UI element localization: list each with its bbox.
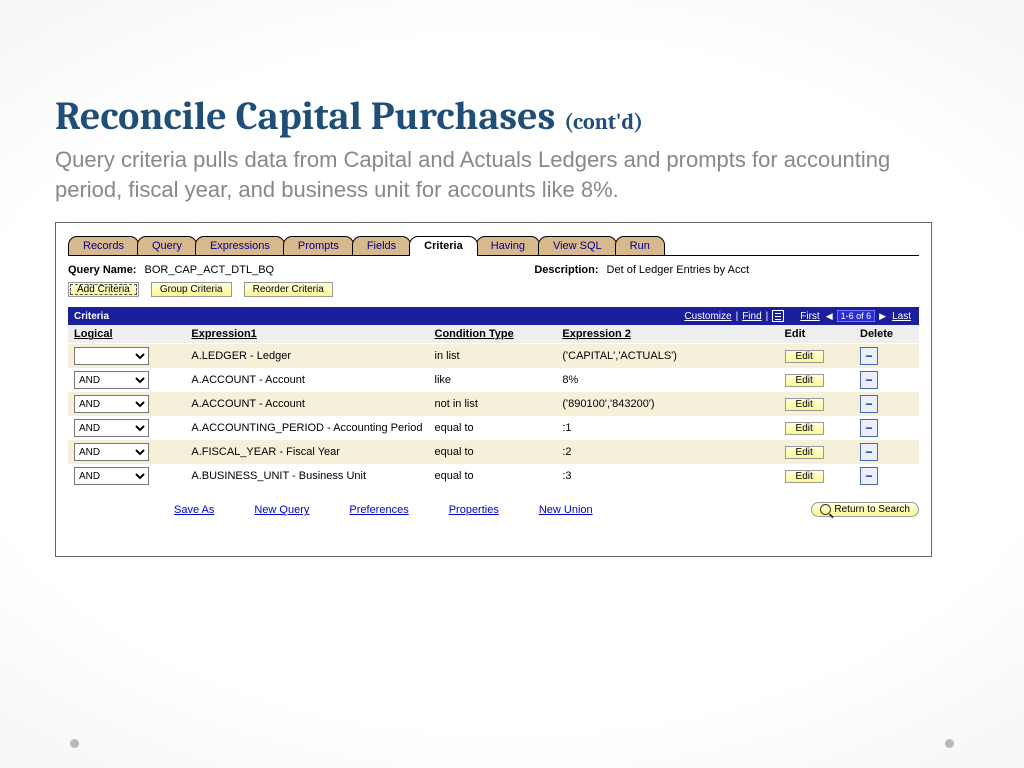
exp2-cell: ('890100','843200') [556,392,778,416]
save-as-link[interactable]: Save As [174,504,214,516]
grid-header-bar: Criteria Customize | Find | First ◀ 1-6 … [68,307,919,325]
delete-button[interactable]: − [860,419,878,437]
table-row: AND A.ACCOUNT - Accountnot in list('89010… [68,392,919,416]
cond-cell: in list [429,344,557,369]
group-criteria-button[interactable]: Group Criteria [151,282,232,297]
table-row: AND A.ACCOUNT - Accountlike8% Edit − [68,368,919,392]
new-query-link[interactable]: New Query [254,504,309,516]
first-link[interactable]: First [800,311,819,322]
logical-select[interactable]: AND [74,371,149,389]
edit-button[interactable]: Edit [785,374,824,387]
tab-expressions[interactable]: Expressions [195,236,285,255]
slide-decoration [0,739,1024,748]
return-to-search-button[interactable]: Return to Search [811,502,919,517]
query-name-value: BOR_CAP_ACT_DTL_BQ [144,264,274,276]
logical-select[interactable]: AND [74,467,149,485]
delete-button[interactable]: − [860,371,878,389]
exp1-cell: A.ACCOUNT - Account [185,368,428,392]
cond-cell: equal to [429,416,557,440]
delete-button[interactable]: − [860,347,878,365]
edit-button[interactable]: Edit [785,422,824,435]
cond-cell: equal to [429,440,557,464]
delete-button[interactable]: − [860,395,878,413]
edit-button[interactable]: Edit [785,398,824,411]
tab-fields[interactable]: Fields [352,236,411,255]
cond-cell: like [429,368,557,392]
row-count: 1-6 of 6 [837,310,876,322]
bottom-link-row: Save As New Query Preferences Properties… [174,502,919,518]
search-icon [820,504,831,515]
dot-icon [70,739,79,748]
reorder-criteria-button[interactable]: Reorder Criteria [244,282,333,297]
exp2-cell: 8% [556,368,778,392]
logical-select[interactable] [74,347,149,365]
col-edit: Edit [779,325,854,344]
col-delete: Delete [854,325,919,344]
preferences-link[interactable]: Preferences [349,504,408,516]
col-exp1[interactable]: Expression1 [185,325,428,344]
return-label: Return to Search [834,504,910,515]
edit-button[interactable]: Edit [785,446,824,459]
next-icon[interactable]: ▶ [879,311,886,322]
logical-select[interactable]: AND [74,395,149,413]
cond-cell: equal to [429,464,557,488]
tab-criteria[interactable]: Criteria [409,236,478,256]
query-panel: Records Query Expressions Prompts Fields… [55,222,932,557]
new-union-link[interactable]: New Union [539,504,593,516]
tab-prompts[interactable]: Prompts [283,236,354,255]
query-name-label: Query Name: [68,264,136,276]
edit-button[interactable]: Edit [785,350,824,363]
tab-query[interactable]: Query [137,236,197,255]
slide-subtitle: Query criteria pulls data from Capital a… [55,145,935,204]
add-criteria-button[interactable]: Add Criteria [68,282,139,297]
exp1-cell: A.BUSINESS_UNIT - Business Unit [185,464,428,488]
col-cond[interactable]: Condition Type [429,325,557,344]
properties-link[interactable]: Properties [449,504,499,516]
tab-records[interactable]: Records [68,236,139,255]
delete-button[interactable]: − [860,443,878,461]
view-all-icon[interactable] [772,310,784,322]
last-link[interactable]: Last [892,311,911,322]
exp2-cell: :2 [556,440,778,464]
customize-link[interactable]: Customize [684,311,731,322]
exp1-cell: A.LEDGER - Ledger [185,344,428,369]
col-logical[interactable]: Logical [68,325,185,344]
cond-cell: not in list [429,392,557,416]
col-exp2[interactable]: Expression 2 [556,325,778,344]
description-label: Description: [534,264,598,276]
tab-viewsql[interactable]: View SQL [538,236,617,255]
tab-run[interactable]: Run [615,236,665,255]
exp1-cell: A.ACCOUNTING_PERIOD - Accounting Period [185,416,428,440]
delete-button[interactable]: − [860,467,878,485]
prev-icon[interactable]: ◀ [826,311,833,322]
table-row: AND A.ACCOUNTING_PERIOD - Accounting Peri… [68,416,919,440]
exp1-cell: A.ACCOUNT - Account [185,392,428,416]
table-row: AND A.FISCAL_YEAR - Fiscal Yearequal to:2… [68,440,919,464]
exp1-cell: A.FISCAL_YEAR - Fiscal Year [185,440,428,464]
dot-icon [945,739,954,748]
logical-select[interactable]: AND [74,419,149,437]
title-main: Reconcile Capital Purchases [55,93,564,139]
description-value: Det of Ledger Entries by Acct [607,264,749,276]
slide-title: Reconcile Capital Purchases (cont'd) [55,95,969,137]
exp2-cell: :1 [556,416,778,440]
criteria-table: Logical Expression1 Condition Type Expre… [68,325,919,488]
logical-select[interactable]: AND [74,443,149,461]
exp2-cell: :3 [556,464,778,488]
tab-having[interactable]: Having [476,236,540,255]
find-link[interactable]: Find [742,311,761,322]
tab-strip: Records Query Expressions Prompts Fields… [68,233,919,256]
table-row: A.LEDGER - Ledgerin list('CAPITAL','ACTU… [68,344,919,369]
criteria-actions: Add Criteria Group Criteria Reorder Crit… [68,282,919,297]
grid-title: Criteria [74,311,682,322]
exp2-cell: ('CAPITAL','ACTUALS') [556,344,778,369]
edit-button[interactable]: Edit [785,470,824,483]
title-cont: (cont'd) [564,109,643,135]
query-info-row: Query Name: BOR_CAP_ACT_DTL_BQ Descripti… [68,264,919,276]
table-row: AND A.BUSINESS_UNIT - Business Unitequal … [68,464,919,488]
